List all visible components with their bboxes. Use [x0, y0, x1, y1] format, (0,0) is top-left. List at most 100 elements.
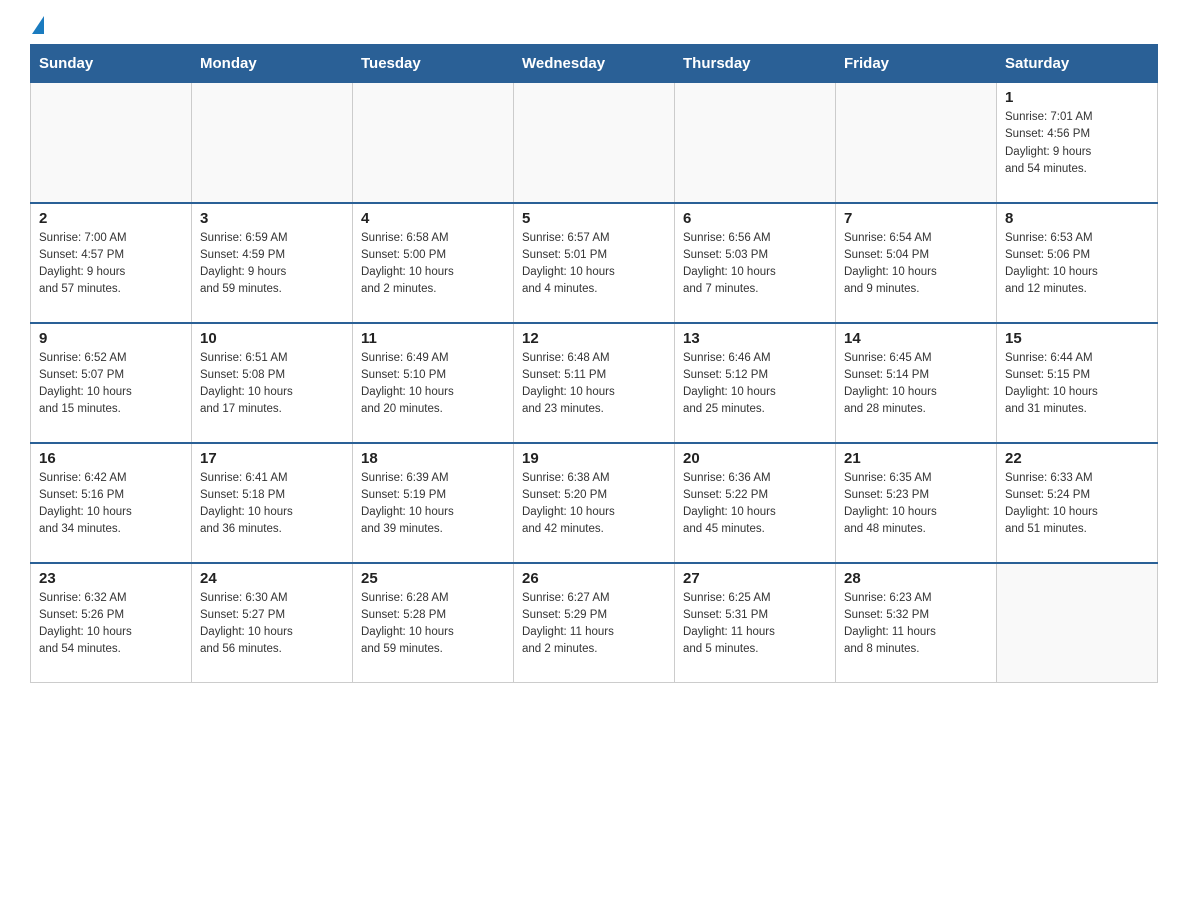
- day-info: Sunrise: 6:59 AM Sunset: 4:59 PM Dayligh…: [200, 230, 344, 299]
- day-info: Sunrise: 6:56 AM Sunset: 5:03 PM Dayligh…: [683, 230, 827, 299]
- day-of-week-header: Thursday: [675, 45, 836, 83]
- day-info: Sunrise: 7:00 AM Sunset: 4:57 PM Dayligh…: [39, 230, 183, 299]
- day-info: Sunrise: 6:36 AM Sunset: 5:22 PM Dayligh…: [683, 470, 827, 539]
- calendar-cell: [353, 83, 514, 203]
- calendar-week-row: 1Sunrise: 7:01 AM Sunset: 4:56 PM Daylig…: [31, 83, 1158, 203]
- calendar-cell: 5Sunrise: 6:57 AM Sunset: 5:01 PM Daylig…: [514, 203, 675, 323]
- calendar-cell: 12 Sunrise: 6:48 AM Sunset: 5:11 PM Dayli…: [514, 323, 675, 443]
- day-info: Sunrise: 6:35 AM Sunset: 5:23 PM Dayligh…: [844, 470, 988, 539]
- calendar-cell: 6 Sunrise: 6:56 AM Sunset: 5:03 PM Daylig…: [675, 203, 836, 323]
- day-info: Sunrise: 6:33 AM Sunset: 5:24 PM Dayligh…: [1005, 470, 1149, 539]
- day-info: Sunrise: 6:57 AM Sunset: 5:01 PM Dayligh…: [522, 230, 666, 299]
- calendar-week-row: 2 Sunrise: 7:00 AM Sunset: 4:57 PM Daylig…: [31, 203, 1158, 323]
- day-number: 23: [39, 570, 183, 587]
- day-number: 20: [683, 450, 827, 467]
- calendar-cell: [514, 83, 675, 203]
- day-number: 18: [361, 450, 505, 467]
- day-number: 11: [361, 330, 505, 347]
- day-number: 14: [844, 330, 988, 347]
- calendar-cell: 9 Sunrise: 6:52 AM Sunset: 5:07 PM Daylig…: [31, 323, 192, 443]
- day-info: Sunrise: 6:41 AM Sunset: 5:18 PM Dayligh…: [200, 470, 344, 539]
- day-number: 7: [844, 210, 988, 227]
- calendar-cell: 22 Sunrise: 6:33 AM Sunset: 5:24 PM Dayli…: [997, 443, 1158, 563]
- day-number: 25: [361, 570, 505, 587]
- calendar-cell: [192, 83, 353, 203]
- calendar-cell: [997, 563, 1158, 683]
- calendar-week-row: 9 Sunrise: 6:52 AM Sunset: 5:07 PM Daylig…: [31, 323, 1158, 443]
- day-info: Sunrise: 6:53 AM Sunset: 5:06 PM Dayligh…: [1005, 230, 1149, 299]
- calendar-cell: 16 Sunrise: 6:42 AM Sunset: 5:16 PM Dayli…: [31, 443, 192, 563]
- day-of-week-header: Saturday: [997, 45, 1158, 83]
- day-number: 4: [361, 210, 505, 227]
- calendar-cell: 18 Sunrise: 6:39 AM Sunset: 5:19 PM Dayli…: [353, 443, 514, 563]
- day-number: 8: [1005, 210, 1149, 227]
- calendar-cell: 8 Sunrise: 6:53 AM Sunset: 5:06 PM Daylig…: [997, 203, 1158, 323]
- day-of-week-header: Tuesday: [353, 45, 514, 83]
- day-number: 21: [844, 450, 988, 467]
- calendar-week-row: 16 Sunrise: 6:42 AM Sunset: 5:16 PM Dayli…: [31, 443, 1158, 563]
- day-number: 12: [522, 330, 666, 347]
- day-number: 24: [200, 570, 344, 587]
- calendar-cell: 1Sunrise: 7:01 AM Sunset: 4:56 PM Daylig…: [997, 83, 1158, 203]
- calendar-cell: 27 Sunrise: 6:25 AM Sunset: 5:31 PM Dayli…: [675, 563, 836, 683]
- calendar-cell: 14 Sunrise: 6:45 AM Sunset: 5:14 PM Dayli…: [836, 323, 997, 443]
- day-info: Sunrise: 6:54 AM Sunset: 5:04 PM Dayligh…: [844, 230, 988, 299]
- calendar-cell: 10Sunrise: 6:51 AM Sunset: 5:08 PM Dayli…: [192, 323, 353, 443]
- day-number: 16: [39, 450, 183, 467]
- calendar-cell: [675, 83, 836, 203]
- day-info: Sunrise: 6:39 AM Sunset: 5:19 PM Dayligh…: [361, 470, 505, 539]
- day-info: Sunrise: 6:48 AM Sunset: 5:11 PM Dayligh…: [522, 350, 666, 419]
- day-info: Sunrise: 6:45 AM Sunset: 5:14 PM Dayligh…: [844, 350, 988, 419]
- calendar-cell: 7 Sunrise: 6:54 AM Sunset: 5:04 PM Daylig…: [836, 203, 997, 323]
- day-info: Sunrise: 6:30 AM Sunset: 5:27 PM Dayligh…: [200, 590, 344, 659]
- calendar-cell: 2 Sunrise: 7:00 AM Sunset: 4:57 PM Daylig…: [31, 203, 192, 323]
- logo-triangle-icon: [32, 16, 44, 34]
- day-number: 27: [683, 570, 827, 587]
- day-info: Sunrise: 6:49 AM Sunset: 5:10 PM Dayligh…: [361, 350, 505, 419]
- day-number: 2: [39, 210, 183, 227]
- calendar-cell: 28 Sunrise: 6:23 AM Sunset: 5:32 PM Dayli…: [836, 563, 997, 683]
- calendar-cell: 11 Sunrise: 6:49 AM Sunset: 5:10 PM Dayli…: [353, 323, 514, 443]
- calendar-table: SundayMondayTuesdayWednesdayThursdayFrid…: [30, 44, 1158, 683]
- day-number: 19: [522, 450, 666, 467]
- day-info: Sunrise: 6:23 AM Sunset: 5:32 PM Dayligh…: [844, 590, 988, 659]
- day-info: Sunrise: 6:46 AM Sunset: 5:12 PM Dayligh…: [683, 350, 827, 419]
- day-of-week-header: Friday: [836, 45, 997, 83]
- calendar-cell: 21 Sunrise: 6:35 AM Sunset: 5:23 PM Dayli…: [836, 443, 997, 563]
- calendar-cell: [836, 83, 997, 203]
- day-number: 3: [200, 210, 344, 227]
- calendar-cell: 13Sunrise: 6:46 AM Sunset: 5:12 PM Dayli…: [675, 323, 836, 443]
- day-number: 1: [1005, 89, 1149, 106]
- calendar-cell: 4 Sunrise: 6:58 AM Sunset: 5:00 PM Daylig…: [353, 203, 514, 323]
- calendar-cell: 15 Sunrise: 6:44 AM Sunset: 5:15 PM Dayli…: [997, 323, 1158, 443]
- calendar-cell: 23 Sunrise: 6:32 AM Sunset: 5:26 PM Dayli…: [31, 563, 192, 683]
- day-number: 17: [200, 450, 344, 467]
- day-info: Sunrise: 6:52 AM Sunset: 5:07 PM Dayligh…: [39, 350, 183, 419]
- calendar-cell: 26 Sunrise: 6:27 AM Sunset: 5:29 PM Dayli…: [514, 563, 675, 683]
- day-of-week-header: Sunday: [31, 45, 192, 83]
- day-info: Sunrise: 6:25 AM Sunset: 5:31 PM Dayligh…: [683, 590, 827, 659]
- day-info: Sunrise: 6:28 AM Sunset: 5:28 PM Dayligh…: [361, 590, 505, 659]
- calendar-cell: 25 Sunrise: 6:28 AM Sunset: 5:28 PM Dayli…: [353, 563, 514, 683]
- day-info: Sunrise: 6:58 AM Sunset: 5:00 PM Dayligh…: [361, 230, 505, 299]
- day-number: 6: [683, 210, 827, 227]
- day-number: 15: [1005, 330, 1149, 347]
- day-info: Sunrise: 6:32 AM Sunset: 5:26 PM Dayligh…: [39, 590, 183, 659]
- day-info: Sunrise: 6:51 AM Sunset: 5:08 PM Dayligh…: [200, 350, 344, 419]
- calendar-cell: 19Sunrise: 6:38 AM Sunset: 5:20 PM Dayli…: [514, 443, 675, 563]
- day-info: Sunrise: 6:27 AM Sunset: 5:29 PM Dayligh…: [522, 590, 666, 659]
- logo: [30, 20, 44, 34]
- calendar-cell: 3 Sunrise: 6:59 AM Sunset: 4:59 PM Daylig…: [192, 203, 353, 323]
- day-number: 22: [1005, 450, 1149, 467]
- day-number: 9: [39, 330, 183, 347]
- calendar-cell: 17 Sunrise: 6:41 AM Sunset: 5:18 PM Dayli…: [192, 443, 353, 563]
- calendar-header-row: SundayMondayTuesdayWednesdayThursdayFrid…: [31, 45, 1158, 83]
- page-header: [30, 20, 1158, 34]
- day-info: Sunrise: 6:44 AM Sunset: 5:15 PM Dayligh…: [1005, 350, 1149, 419]
- day-of-week-header: Monday: [192, 45, 353, 83]
- day-number: 26: [522, 570, 666, 587]
- calendar-cell: 20 Sunrise: 6:36 AM Sunset: 5:22 PM Dayli…: [675, 443, 836, 563]
- day-info: Sunrise: 6:42 AM Sunset: 5:16 PM Dayligh…: [39, 470, 183, 539]
- day-of-week-header: Wednesday: [514, 45, 675, 83]
- day-number: 28: [844, 570, 988, 587]
